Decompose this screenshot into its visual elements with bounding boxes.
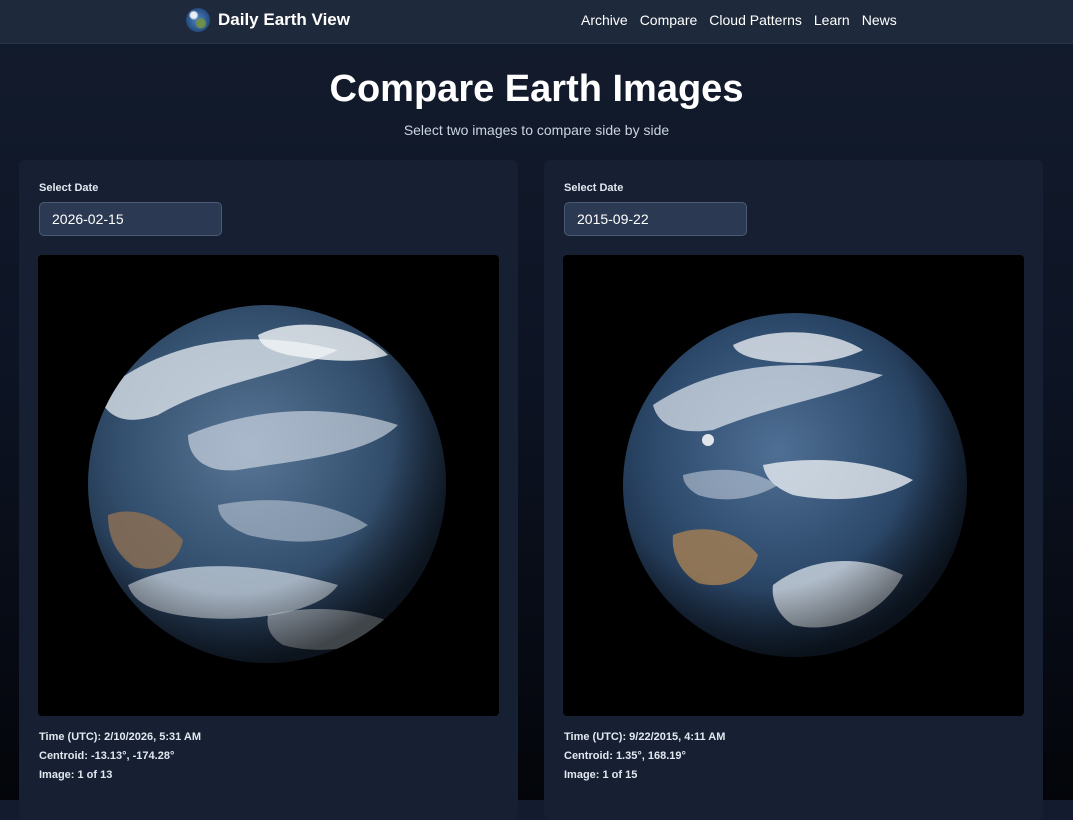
date-input-left[interactable]	[39, 202, 222, 236]
nav-link-compare[interactable]: Compare	[640, 12, 698, 28]
brand-link[interactable]: Daily Earth View	[186, 7, 350, 33]
nav-links: Archive Compare Cloud Patterns Learn New…	[581, 12, 897, 28]
compare-panel-right: Select Date 2015-09-22 Time (UTC): 9/22/…	[544, 160, 1043, 820]
date-input-right[interactable]	[564, 202, 747, 236]
image-time-left: Time (UTC): 2/10/2026, 5:31 AM	[39, 731, 202, 743]
image-centroid-left: Centroid: -13.13°, -174.28°	[39, 750, 175, 762]
nav-link-archive[interactable]: Archive	[581, 12, 628, 28]
page-title: Compare Earth Images	[329, 68, 744, 110]
image-count-left: Image: 1 of 13	[39, 769, 113, 781]
compare-panel-left: Select Date 2026-02-15 Time (UTC): 2/10/…	[19, 160, 518, 820]
brand-name: Daily Earth View	[218, 10, 350, 29]
nav-link-learn[interactable]: Learn	[814, 12, 850, 28]
select-date-label: Select Date	[39, 182, 99, 194]
top-navbar: Daily Earth View Archive Compare Cloud P…	[0, 0, 1073, 44]
page-subtitle: Select two images to compare side by sid…	[403, 122, 670, 138]
earth-image-left	[38, 255, 499, 716]
image-centroid-right: Centroid: 1.35°, 168.19°	[564, 750, 686, 762]
select-date-label: Select Date	[564, 182, 624, 194]
image-time-right: Time (UTC): 9/22/2015, 4:11 AM	[564, 731, 726, 743]
earth-image-right	[563, 255, 1024, 716]
image-count-right: Image: 1 of 15	[564, 769, 638, 781]
globe-icon	[186, 8, 210, 32]
nav-link-cloud-patterns[interactable]: Cloud Patterns	[709, 12, 802, 28]
nav-link-news[interactable]: News	[862, 12, 897, 28]
